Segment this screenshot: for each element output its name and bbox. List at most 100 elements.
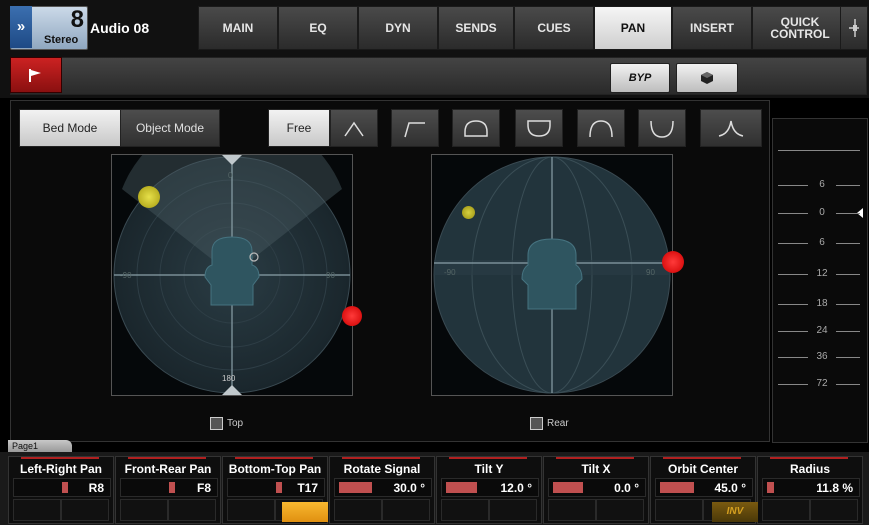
control-level-bar	[276, 482, 282, 493]
tab-eq[interactable]: EQ	[278, 6, 358, 50]
control-button-a[interactable]	[655, 499, 703, 521]
control-button-a[interactable]	[13, 499, 61, 521]
control-buttons	[334, 499, 430, 521]
tick-label: 36	[816, 351, 828, 362]
meter-tick: 24	[772, 325, 866, 337]
control-level-bar	[767, 482, 774, 493]
shape-bowl-icon[interactable]	[515, 109, 563, 147]
control-name: Left-Right Pan	[20, 462, 102, 476]
double-chevron-right-icon[interactable]: »	[10, 6, 32, 48]
bed-mode-button[interactable]: Bed Mode	[19, 109, 121, 147]
tab-quick-control[interactable]: QUICK CONTROL	[752, 6, 848, 50]
top-view-label: Top	[210, 417, 243, 430]
control-button-b[interactable]	[168, 499, 216, 521]
flag-button[interactable]	[10, 57, 62, 93]
shape-step-icon[interactable]	[391, 109, 439, 147]
control-buttons	[441, 499, 537, 521]
control-button-a[interactable]	[441, 499, 489, 521]
control-button-a[interactable]	[227, 499, 275, 521]
quick-control-6[interactable]: Tilt X 0.0 °	[543, 456, 649, 524]
meter-tick: 0	[772, 207, 866, 219]
tab-pan[interactable]: PAN	[594, 6, 672, 50]
control-buttons	[548, 499, 644, 521]
quick-control-5[interactable]: Tilt Y 12.0 °	[436, 456, 542, 524]
shape-triangle-icon[interactable]	[330, 109, 378, 147]
shape-spike-icon[interactable]	[700, 109, 762, 147]
control-button-a[interactable]	[334, 499, 382, 521]
control-button-a[interactable]	[762, 499, 810, 521]
control-value-field[interactable]: F8	[120, 478, 218, 497]
rear-view-label: Rear	[530, 417, 569, 430]
tick-label: 12	[816, 268, 828, 279]
speaker-dot-yellow[interactable]	[138, 186, 160, 208]
speaker-dot-yellow[interactable]	[462, 206, 475, 219]
control-button-a[interactable]	[120, 499, 168, 521]
speaker-dot-red[interactable]	[662, 251, 684, 273]
control-value: T17	[297, 481, 318, 495]
meter-tick: 36	[772, 351, 866, 363]
control-value: R8	[88, 481, 104, 495]
control-buttons	[762, 499, 858, 521]
tab-insert[interactable]: INSERT	[672, 6, 752, 50]
level-meter[interactable]	[772, 118, 868, 443]
free-mode-button[interactable]: Free	[268, 109, 330, 147]
control-level-bar	[446, 482, 477, 493]
active-toggle-button[interactable]	[282, 502, 328, 522]
view-label-text: Top	[227, 418, 244, 429]
control-button-a[interactable]	[548, 499, 596, 521]
control-value-field[interactable]: T17	[227, 478, 325, 497]
track-number: 8	[70, 6, 84, 33]
tick-line	[778, 213, 808, 214]
control-indicator	[770, 457, 848, 459]
shape-dome-icon[interactable]	[452, 109, 500, 147]
control-button-b[interactable]	[810, 499, 858, 521]
control-button-b[interactable]	[489, 499, 537, 521]
control-indicator	[342, 457, 420, 459]
cube-icon	[530, 417, 543, 430]
tab-sends[interactable]: SENDS	[438, 6, 514, 50]
flag-icon	[29, 69, 41, 82]
control-button-b[interactable]	[596, 499, 644, 521]
control-name: Front-Rear Pan	[124, 462, 212, 476]
tab-dyn[interactable]: DYN	[358, 6, 438, 50]
control-value: 0.0 °	[614, 481, 639, 495]
invert-button[interactable]: INV	[712, 502, 758, 522]
tab-cues[interactable]: CUES	[514, 6, 594, 50]
tick-label: 6	[819, 179, 825, 190]
control-value-field[interactable]: 0.0 °	[548, 478, 646, 497]
quick-control-2[interactable]: Front-Rear Pan F8	[115, 456, 221, 524]
control-value-field[interactable]: 12.0 °	[441, 478, 539, 497]
cube-icon	[210, 417, 223, 430]
fader-icon[interactable]	[840, 6, 868, 50]
control-button-b[interactable]	[382, 499, 430, 521]
shape-valley-icon[interactable]	[638, 109, 686, 147]
rear-view-panner[interactable]: -90 90	[431, 154, 673, 396]
quick-control-4[interactable]: Rotate Signal 30.0 °	[329, 456, 435, 524]
tab-main[interactable]: MAIN	[198, 6, 278, 50]
control-indicator	[449, 457, 527, 459]
tick-label: 0	[819, 207, 825, 218]
control-button-b[interactable]	[61, 499, 109, 521]
meter-line	[778, 150, 860, 151]
object-mode-button[interactable]: Object Mode	[120, 109, 220, 147]
cube-button[interactable]	[676, 63, 738, 93]
control-name: Rotate Signal	[343, 462, 421, 476]
control-value-field[interactable]: R8	[13, 478, 111, 497]
control-value-field[interactable]: 30.0 °	[334, 478, 432, 497]
control-level-bar	[62, 482, 68, 493]
meter-tick: 6	[772, 179, 866, 191]
tick-line	[778, 331, 808, 332]
quick-control-8[interactable]: Radius 11.8 %	[757, 456, 863, 524]
control-value-field[interactable]: 45.0 °	[655, 478, 753, 497]
bypass-button[interactable]: BYP	[610, 63, 670, 93]
speaker-dot-red[interactable]	[342, 306, 362, 326]
quick-control-1[interactable]: Left-Right Pan R8	[8, 456, 114, 524]
control-name: Tilt X	[581, 462, 611, 476]
tick-line	[836, 185, 860, 186]
control-level-bar	[169, 482, 175, 493]
page-tab[interactable]: Page1	[8, 440, 72, 452]
shape-arch-icon[interactable]	[577, 109, 625, 147]
control-value-field[interactable]: 11.8 %	[762, 478, 860, 497]
control-value: 11.8 %	[816, 481, 853, 495]
tick-label: 6	[819, 237, 825, 248]
